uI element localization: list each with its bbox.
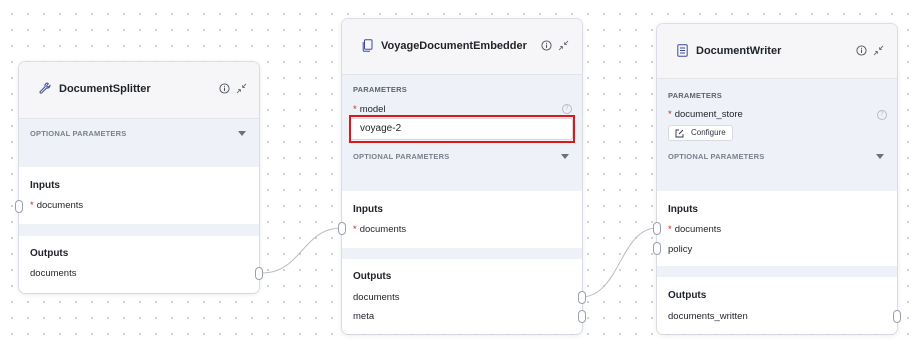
chevron-down-icon[interactable] — [238, 131, 246, 136]
configure-label: Configure — [691, 128, 726, 137]
collapse-icon[interactable] — [236, 83, 247, 94]
outputs-title: Outputs — [30, 248, 69, 259]
outputs-panel: Outputs documents_written — [657, 277, 897, 334]
optional-parameters-toggle[interactable]: OPTIONAL PARAMETERS — [353, 152, 449, 161]
document-store-param-label: * document_store — [668, 109, 743, 120]
edit-icon — [675, 129, 684, 138]
document-list-icon — [677, 44, 688, 57]
edge-splitter-to-embedder — [261, 227, 343, 274]
input-port-documents: * documents — [353, 224, 407, 235]
outputs-panel: Outputs documents meta — [342, 259, 582, 334]
output-port-documents: documents — [353, 292, 400, 303]
chevron-down-icon[interactable] — [561, 154, 569, 159]
configure-button[interactable]: Configure — [668, 125, 733, 141]
outputs-title: Outputs — [353, 271, 392, 282]
output-handle-documents[interactable] — [255, 267, 263, 280]
collapse-icon[interactable] — [873, 45, 884, 56]
inputs-panel: Inputs * documents — [19, 167, 259, 224]
outputs-panel: Outputs documents — [19, 236, 259, 293]
info-icon[interactable] — [219, 83, 230, 94]
node-header: DocumentSplitter — [19, 62, 259, 119]
node-voyage-document-embedder[interactable]: VoyageDocumentEmbedder PARAMETERS * model… — [342, 19, 582, 334]
output-handle-documents-written[interactable] — [893, 310, 901, 323]
output-port-documents: documents — [30, 268, 77, 279]
inputs-title: Inputs — [30, 180, 60, 191]
outputs-title: Outputs — [668, 290, 707, 301]
edge-embedder-to-writer — [580, 227, 658, 298]
help-icon[interactable]: ? — [877, 110, 887, 120]
optional-parameters-toggle[interactable]: OPTIONAL PARAMETERS — [668, 152, 764, 161]
model-param-label: * model — [353, 104, 386, 115]
parameters-label: PARAMETERS — [353, 85, 407, 94]
input-handle-documents[interactable] — [338, 222, 346, 235]
input-handle-documents[interactable] — [653, 222, 661, 235]
highlight-box — [349, 115, 575, 143]
input-port-policy: policy — [668, 244, 693, 255]
node-document-splitter[interactable]: DocumentSplitter OPTIONAL PARAMETERS Inp… — [19, 62, 259, 293]
output-port-documents-written: documents_written — [668, 311, 748, 322]
info-icon[interactable] — [541, 40, 552, 51]
output-handle-meta[interactable] — [578, 310, 586, 323]
input-handle-policy[interactable] — [653, 242, 661, 255]
node-title: DocumentWriter — [696, 45, 782, 57]
optional-parameters-toggle[interactable]: OPTIONAL PARAMETERS — [30, 129, 126, 138]
chevron-down-icon[interactable] — [876, 154, 884, 159]
info-icon[interactable] — [856, 45, 867, 56]
node-header: DocumentWriter — [657, 24, 897, 79]
collapse-icon[interactable] — [558, 40, 569, 51]
inputs-panel: Inputs * documents — [342, 191, 582, 248]
output-port-meta: meta — [353, 311, 375, 322]
inputs-title: Inputs — [353, 204, 383, 215]
parameters-label: PARAMETERS — [668, 91, 722, 100]
help-icon[interactable]: ? — [562, 104, 572, 114]
node-title: VoyageDocumentEmbedder — [381, 40, 527, 52]
inputs-panel: Inputs * documents policy — [657, 191, 897, 266]
node-header: VoyageDocumentEmbedder — [342, 19, 582, 75]
document-copy-icon — [362, 39, 373, 52]
node-title: DocumentSplitter — [59, 83, 151, 95]
input-handle-documents[interactable] — [15, 200, 23, 213]
wrench-icon — [39, 82, 51, 94]
output-handle-documents[interactable] — [578, 291, 586, 304]
node-document-writer[interactable]: DocumentWriter PARAMETERS * document_stor… — [657, 24, 897, 334]
input-port-documents: * documents — [668, 224, 722, 235]
inputs-title: Inputs — [668, 204, 698, 215]
input-port-documents: * documents — [30, 200, 84, 211]
